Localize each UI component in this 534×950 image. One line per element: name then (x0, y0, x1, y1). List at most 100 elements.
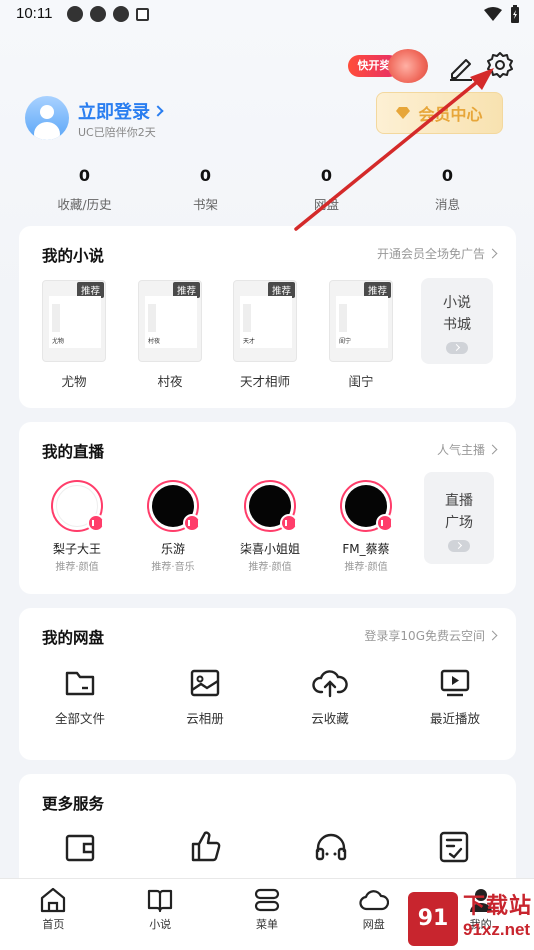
status-time: 10:11 (16, 5, 53, 22)
novels-title: 我的小说 (42, 247, 105, 265)
headset-icon[interactable] (313, 832, 349, 864)
home-icon (41, 887, 66, 913)
nav-label: 首页 (42, 918, 65, 931)
stat-bookshelf[interactable]: 0 书架 (145, 166, 266, 213)
cover-text: 闺宁 (339, 338, 352, 345)
novel-name: 闺宁 (348, 374, 374, 389)
stat-label: 收藏/历史 (57, 197, 112, 212)
streamer-avatar (51, 480, 105, 532)
disk-item[interactable]: 云收藏 (282, 668, 378, 727)
novel-name: 天才相师 (239, 374, 290, 389)
stats-row: 0 收藏/历史 0 书架 0 网盘 0 消息 (0, 166, 534, 213)
status-right-icons (484, 5, 520, 23)
novels-more-link[interactable]: 开通会员全场免广告 (377, 245, 498, 262)
stat-value: 0 (199, 166, 212, 185)
live-badge-icon (183, 514, 201, 532)
pen-icon[interactable] (446, 52, 476, 82)
disk-item[interactable]: 全部文件 (32, 668, 128, 727)
disk-item-label: 最近播放 (429, 711, 480, 726)
login-link[interactable]: 立即登录 (78, 98, 164, 124)
live-item[interactable]: 柒喜小姐姐 推荐·颜值 (228, 480, 312, 573)
cover-text: 村夜 (148, 338, 161, 345)
thumbs-up-icon[interactable] (189, 830, 223, 864)
services-card: 更多服务 (19, 774, 516, 894)
app-icon (113, 6, 129, 22)
novel-item[interactable]: 推荐 闺宁 闺宁 (329, 280, 393, 390)
disk-more-label: 登录享10G免费云空间 (364, 629, 485, 643)
live-card: 我的直播 人气主播 梨子大王 推荐·颜值 乐游 推荐·音乐 柒喜小姐姐 推荐·颜… (19, 422, 516, 594)
streamer-tag: 推荐·颜值 (344, 562, 388, 573)
streamer-avatar (147, 480, 201, 532)
disk-title: 我的网盘 (42, 629, 105, 647)
stat-messages[interactable]: 0 消息 (387, 166, 508, 213)
stat-label: 网盘 (313, 197, 339, 212)
streamer-name: FM_蔡蔡 (342, 542, 390, 556)
disk-item-label: 云相册 (186, 711, 224, 726)
cover-text: 天才 (243, 338, 256, 345)
arrow-pill-icon (448, 540, 470, 552)
side-line1: 小说 (443, 295, 471, 311)
live-square-button[interactable]: 直播 广场 (424, 472, 494, 564)
novel-cover: 推荐 闺宁 (329, 280, 393, 362)
vip-center-button[interactable]: 会员中心 (376, 92, 503, 134)
nav-label: 小说 (149, 918, 172, 931)
app-icon (90, 6, 106, 22)
wifi-icon (484, 7, 502, 21)
gear-icon[interactable] (485, 50, 515, 80)
novel-cover: 推荐 村夜 (138, 280, 202, 362)
live-item[interactable]: FM_蔡蔡 推荐·颜值 (324, 480, 408, 573)
status-bar: 10:11 (0, 0, 534, 30)
live-item[interactable]: 乐游 推荐·音乐 (131, 480, 215, 573)
live-item[interactable]: 梨子大王 推荐·颜值 (35, 480, 119, 573)
novel-cover: 推荐 尤物 (42, 280, 106, 362)
stat-favorites[interactable]: 0 收藏/历史 (24, 166, 145, 213)
avatar[interactable] (25, 96, 69, 140)
side-line1: 直播 (445, 493, 473, 509)
pig-mascot-icon (388, 49, 428, 83)
watermark-url: 91xz.net (463, 920, 531, 939)
novel-store-button[interactable]: 小说 书城 (421, 278, 493, 364)
novel-name: 尤物 (61, 374, 87, 389)
novel-item[interactable]: 推荐 天才 天才相师 (233, 280, 297, 390)
nav-novel[interactable]: 小说 (107, 879, 214, 950)
watermark-logo: 91 (408, 892, 458, 946)
diamond-icon (396, 107, 411, 119)
disk-more-link[interactable]: 登录享10G免费云空间 (364, 627, 498, 644)
streamer-avatar (340, 480, 394, 532)
cloud-upload-icon (312, 670, 348, 698)
novels-card: 我的小说 开通会员全场免广告 推荐 尤物 尤物 推荐 村夜 村夜 推荐 天才 天才相师… (19, 226, 516, 408)
live-more-link[interactable]: 人气主播 (437, 441, 498, 458)
disk-item-label: 全部文件 (54, 711, 105, 726)
battery-icon (511, 5, 519, 23)
stat-label: 书架 (192, 197, 218, 212)
novel-item[interactable]: 推荐 村夜 村夜 (138, 280, 202, 390)
chevron-right-icon (487, 444, 498, 455)
nav-menu[interactable]: 菜单 (214, 879, 321, 950)
disk-item-label: 云收藏 (311, 711, 349, 726)
novel-cover: 推荐 天才 (233, 280, 297, 362)
chevron-right-icon (487, 630, 498, 641)
watermark: 91 下载站 91xz.net (408, 888, 534, 950)
stat-cloud-disk[interactable]: 0 网盘 (266, 166, 387, 213)
status-notification-icons (67, 6, 149, 22)
nav-home[interactable]: 首页 (0, 879, 107, 950)
live-badge-icon (376, 514, 394, 532)
streamer-tag: 推荐·颜值 (55, 562, 99, 573)
streamer-name: 梨子大王 (52, 542, 101, 556)
streamer-avatar (244, 480, 298, 532)
document-check-icon[interactable] (437, 830, 471, 864)
services-title: 更多服务 (42, 795, 105, 813)
live-badge-icon (87, 514, 105, 532)
cloud-icon (359, 890, 389, 911)
book-icon (148, 889, 173, 913)
disk-item[interactable]: 云相册 (157, 668, 253, 727)
novel-item[interactable]: 推荐 尤物 尤物 (42, 280, 106, 390)
wallet-icon[interactable] (64, 832, 96, 864)
stat-value: 0 (78, 166, 91, 185)
novel-name: 村夜 (157, 374, 183, 389)
disk-item[interactable]: 最近播放 (407, 668, 503, 727)
promo-badge[interactable]: 快开奖 (348, 49, 428, 83)
streamer-tag: 推荐·音乐 (151, 562, 195, 573)
login-title: 立即登录 (78, 102, 150, 123)
play-screen-icon (440, 669, 470, 697)
